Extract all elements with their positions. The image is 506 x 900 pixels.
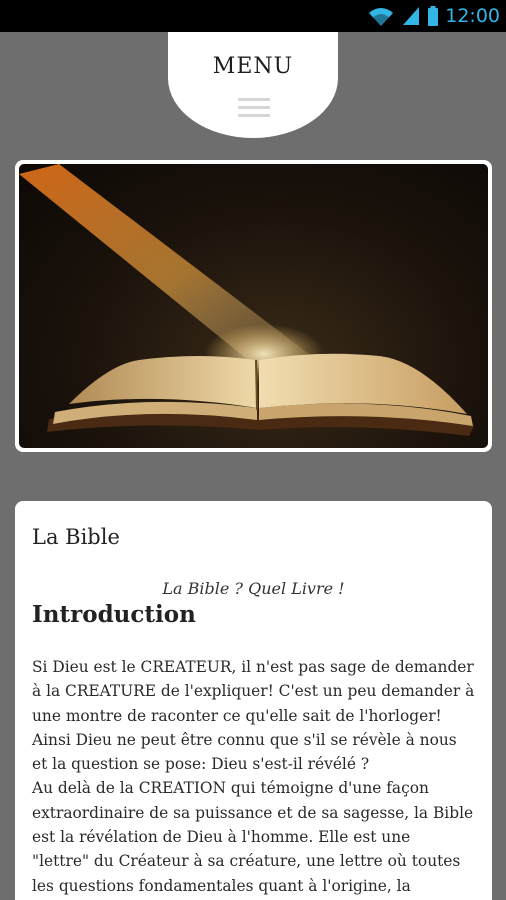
section-heading: Introduction xyxy=(32,601,196,628)
hamburger-icon xyxy=(238,98,270,120)
content-card: La Bible La Bible ? Quel Livre ! Introdu… xyxy=(15,501,492,900)
page-title: La Bible xyxy=(32,525,120,549)
body-line: Ainsi Dieu ne peut être connu que s'il s… xyxy=(32,730,457,749)
body-line: et la question se pose: Dieu s'est-il ré… xyxy=(32,755,370,774)
body-text: Si Dieu est le CREATEUR, il n'est pas sa… xyxy=(32,655,484,898)
menu-button[interactable]: MENU xyxy=(168,32,338,138)
body-line: Si Dieu est le CREATEUR, il n'est pas sa… xyxy=(32,658,474,676)
signal-icon xyxy=(401,5,421,27)
body-line: Au delà de la CREATION qui témoigne d'un… xyxy=(32,779,429,798)
bible-image xyxy=(19,164,488,448)
wifi-icon xyxy=(367,5,395,27)
status-time: 12:00 xyxy=(445,5,500,27)
body-line: à la CREATURE de l'expliquer! C'est un p… xyxy=(32,682,475,701)
battery-icon xyxy=(427,5,439,27)
body-line: extraordinaire de sa puissance et de sa … xyxy=(32,803,474,822)
status-bar: 12:00 xyxy=(0,0,506,32)
status-icons: 12:00 xyxy=(367,3,500,29)
menu-label: MENU xyxy=(212,54,294,79)
hero-image-card xyxy=(15,160,492,452)
body-line: est la révélation de Dieu à l'homme. Ell… xyxy=(32,828,411,847)
subtitle: La Bible ? Quel Livre ! xyxy=(162,579,345,598)
body-line: "lettre" du Créateur à sa créature, une … xyxy=(32,852,461,871)
body-line: une montre de raconter ce qu'elle sait d… xyxy=(32,706,442,725)
body-line: les questions fondamentales quant à l'or… xyxy=(32,876,411,895)
